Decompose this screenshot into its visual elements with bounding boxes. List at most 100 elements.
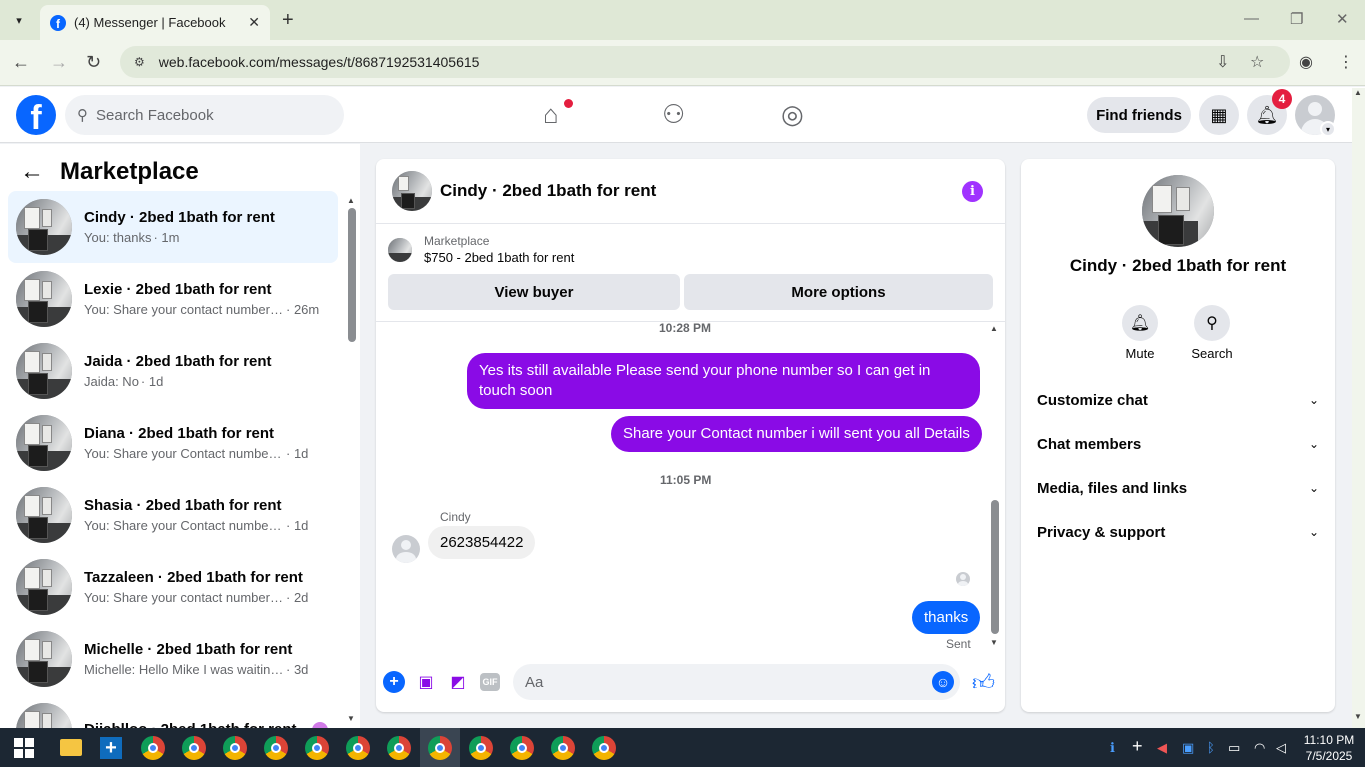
- find-friends-button[interactable]: Find friends: [1087, 97, 1191, 133]
- menu-icon[interactable]: ⋮: [1338, 52, 1354, 72]
- chrome-profile-icon[interactable]: [592, 736, 616, 760]
- tab-search-icon[interactable]: ▾: [7, 8, 31, 32]
- conversation-name: Cindy · 2bed 1bath for rent: [84, 209, 275, 226]
- info-icon[interactable]: i: [962, 181, 983, 202]
- chrome-profile-icon[interactable]: [469, 736, 493, 760]
- app-plus-icon[interactable]: +: [100, 737, 122, 759]
- chevron-down-icon: ⌄: [1308, 437, 1319, 451]
- chat-scrollbar[interactable]: ▲ ▼: [990, 324, 1000, 648]
- mute-button[interactable]: 🔔︎ Mute: [1110, 305, 1170, 361]
- browser-tab[interactable]: f (4) Messenger | Facebook ✕: [40, 5, 270, 40]
- conversation-item[interactable]: Lexie · 2bed 1bath for rent You: Share yo…: [8, 263, 338, 335]
- speaker-tray-icon[interactable]: ◀: [1157, 740, 1167, 756]
- chrome-profile-icon[interactable]: [141, 736, 165, 760]
- sidebar-scrollbar[interactable]: ▲ ▼: [346, 196, 356, 726]
- windows-start-icon[interactable]: [14, 738, 34, 758]
- info-tray-icon[interactable]: ℹ: [1110, 740, 1115, 756]
- received-message-bubble[interactable]: 2623854422: [428, 526, 536, 559]
- account-chevron-down-icon[interactable]: ▾: [1320, 121, 1336, 137]
- gif-icon[interactable]: GIF: [480, 673, 500, 691]
- sticker-icon[interactable]: ◩: [447, 671, 469, 693]
- facebook-search-input[interactable]: [96, 106, 316, 124]
- bookmark-star-icon[interactable]: ☆: [1250, 52, 1264, 72]
- photo-icon[interactable]: ▣: [415, 671, 437, 693]
- sent-message-bubble[interactable]: Share your Contact number i will sent yo…: [611, 416, 982, 452]
- chrome-profile-icon[interactable]: [305, 736, 329, 760]
- media-files-links-section[interactable]: Media, files and links ⌄: [1037, 470, 1319, 506]
- chevron-down-icon: ⌄: [1308, 525, 1319, 539]
- emoji-icon[interactable]: ☺: [932, 671, 954, 693]
- back-arrow-icon[interactable]: ←: [20, 158, 44, 186]
- conversation-item[interactable]: Diana · 2bed 1bath for rent You: Share yo…: [8, 407, 338, 479]
- close-tab-icon[interactable]: ✕: [248, 14, 260, 31]
- wifi-icon[interactable]: ◠: [1254, 740, 1265, 756]
- chrome-profile-icon[interactable]: [346, 736, 370, 760]
- back-icon[interactable]: ←: [12, 52, 30, 73]
- conversation-snippet: You: thanks: [84, 230, 152, 245]
- message-input[interactable]: [525, 673, 905, 691]
- conversation-item[interactable]: Shasia · 2bed 1bath for rent You: Share y…: [8, 479, 338, 551]
- conversation-item[interactable]: Cindy · 2bed 1bath for rent You: thanks · …: [8, 191, 338, 263]
- view-buyer-button[interactable]: View buyer: [388, 274, 680, 310]
- volume-icon[interactable]: ◁: [1276, 740, 1286, 756]
- thumbs-up-icon[interactable]: 👍︎: [972, 669, 995, 696]
- omnibox[interactable]: ⚙ web.facebook.com/messages/t/8687192531…: [120, 46, 1290, 78]
- minimize-icon[interactable]: —: [1244, 10, 1259, 27]
- install-app-icon[interactable]: ⇩: [1216, 52, 1229, 72]
- network-tray-icon[interactable]: ▣: [1182, 740, 1194, 756]
- bluetooth-icon[interactable]: ᛒ: [1207, 740, 1215, 755]
- chat-title[interactable]: Cindy · 2bed 1bath for rent: [440, 181, 656, 201]
- site-info-icon[interactable]: ⚙: [134, 55, 145, 69]
- chrome-profile-icon[interactable]: [264, 736, 288, 760]
- chrome-profile-icon[interactable]: [551, 736, 575, 760]
- profile-icon[interactable]: ◉: [1299, 52, 1313, 72]
- search-icon: ⚲: [77, 107, 88, 124]
- groups-icon[interactable]: ◎: [781, 99, 804, 130]
- home-icon[interactable]: ⌂: [543, 99, 559, 130]
- plus-tray-icon[interactable]: +: [1132, 736, 1143, 757]
- conversation-item[interactable]: Djiablloo · 2bed 1bath for rent: [8, 695, 338, 728]
- conversation-item[interactable]: Michelle · 2bed 1bath for rent Michelle: …: [8, 623, 338, 695]
- close-window-icon[interactable]: ✕: [1336, 10, 1349, 28]
- chat-avatar[interactable]: [392, 171, 432, 211]
- info-avatar[interactable]: [1142, 175, 1214, 247]
- chat-panel: Cindy · 2bed 1bath for rent i Marketplac…: [376, 159, 1005, 712]
- forward-icon[interactable]: →: [50, 52, 68, 73]
- reload-icon[interactable]: ↻: [86, 52, 101, 73]
- privacy-support-section[interactable]: Privacy & support ⌄: [1037, 514, 1319, 550]
- conversation-item[interactable]: Tazzaleen · 2bed 1bath for rent You: Shar…: [8, 551, 338, 623]
- facebook-logo-icon[interactable]: f: [16, 95, 56, 135]
- chat-members-section[interactable]: Chat members ⌄: [1037, 426, 1319, 462]
- file-explorer-icon[interactable]: [60, 739, 82, 756]
- friends-icon[interactable]: ⚇: [662, 99, 685, 130]
- facebook-search[interactable]: ⚲: [65, 95, 344, 135]
- conversation-avatar: [16, 703, 72, 728]
- conversation-avatar: [16, 487, 72, 543]
- chrome-profile-icon[interactable]: [428, 736, 452, 760]
- chrome-profile-icon[interactable]: [182, 736, 206, 760]
- menu-grid-icon[interactable]: ▦: [1199, 95, 1239, 135]
- sent-message-bubble[interactable]: Yes its still available Please send your…: [467, 353, 980, 409]
- search-conversation-button[interactable]: ⚲ Search: [1182, 305, 1242, 361]
- more-options-button[interactable]: More options: [684, 274, 993, 310]
- sent-message-bubble[interactable]: thanks: [912, 601, 981, 634]
- system-clock[interactable]: 11:10 PM 7/5/2025: [1298, 732, 1360, 764]
- chrome-profile-icon[interactable]: [510, 736, 534, 760]
- page-scrollbar[interactable]: ▲ ▼: [1352, 88, 1365, 728]
- add-attachment-icon[interactable]: +: [383, 671, 405, 693]
- message-composer[interactable]: [513, 664, 960, 700]
- restore-icon[interactable]: ❐: [1290, 10, 1303, 28]
- customize-chat-section[interactable]: Customize chat ⌄: [1037, 382, 1319, 418]
- conversation-avatar: [16, 559, 72, 615]
- new-tab-icon[interactable]: +: [282, 9, 294, 32]
- section-label: Customize chat: [1037, 391, 1148, 409]
- chrome-profile-icon[interactable]: [387, 736, 411, 760]
- chrome-profile-icon[interactable]: [223, 736, 247, 760]
- facebook-header: f ⚲ ⌂ ⚇ ◎ Find friends ▦ 🔔︎ 4 ▾: [0, 87, 1365, 143]
- battery-icon[interactable]: ▭: [1228, 740, 1240, 756]
- listing-row[interactable]: Marketplace $750 - 2bed 1bath for rent: [388, 234, 574, 265]
- conversation-name: Lexie · 2bed 1bath for rent: [84, 281, 272, 298]
- conversation-item[interactable]: Jaida · 2bed 1bath for rent Jaida: No · 1d: [8, 335, 338, 407]
- sender-avatar[interactable]: [392, 535, 420, 563]
- conversation-time: · 1m: [153, 230, 180, 245]
